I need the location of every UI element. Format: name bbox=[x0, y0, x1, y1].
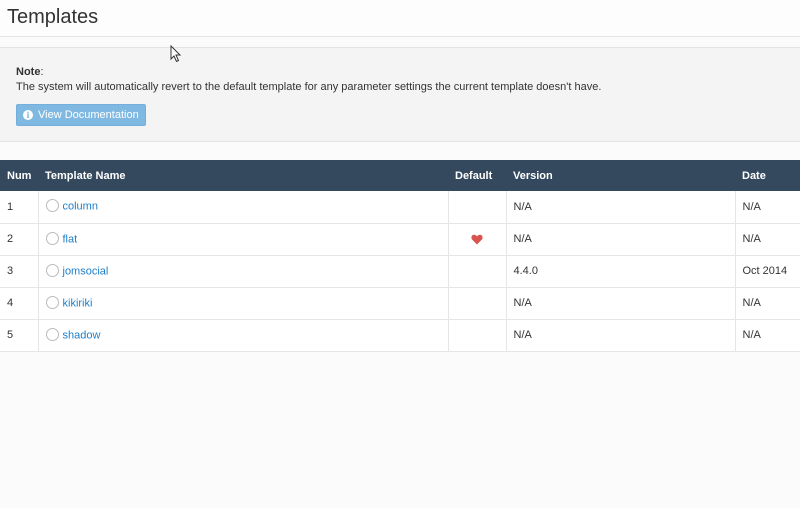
row-default-cell bbox=[448, 191, 507, 224]
row-version: N/A bbox=[506, 223, 736, 256]
row-version: 4.4.0 bbox=[506, 255, 736, 288]
row-version: N/A bbox=[506, 287, 736, 320]
column-header-version: Version bbox=[506, 160, 735, 191]
template-name-link[interactable]: kikiriki bbox=[63, 297, 93, 309]
row-default-cell bbox=[448, 319, 507, 352]
template-name-link[interactable]: column bbox=[63, 201, 98, 213]
row-num: 5 bbox=[0, 319, 39, 352]
row-version: N/A bbox=[506, 319, 736, 352]
column-header-name: Template Name bbox=[38, 160, 448, 191]
row-num: 4 bbox=[0, 287, 39, 320]
row-date: N/A bbox=[735, 223, 800, 256]
row-default-cell bbox=[448, 287, 507, 320]
row-version: N/A bbox=[506, 191, 736, 224]
note-label-line: Note: bbox=[16, 66, 44, 78]
row-date: N/A bbox=[735, 287, 800, 320]
row-num: 3 bbox=[0, 255, 39, 288]
template-name-link[interactable]: shadow bbox=[63, 329, 101, 341]
row-default-cell bbox=[448, 255, 507, 288]
templates-table: Num Template Name Default Version Date 1… bbox=[0, 160, 800, 352]
page-header: Templates bbox=[0, 0, 800, 37]
heart-icon bbox=[471, 234, 483, 245]
table-row: 1 column N/A N/A bbox=[0, 191, 800, 224]
mouse-cursor-icon bbox=[170, 45, 182, 63]
view-documentation-button[interactable]: i View Documentation bbox=[16, 104, 146, 126]
template-name-link[interactable]: jomsocial bbox=[63, 265, 109, 277]
row-num: 2 bbox=[0, 223, 39, 256]
row-date: N/A bbox=[735, 319, 800, 352]
row-default-cell bbox=[448, 223, 507, 256]
view-documentation-label: View Documentation bbox=[38, 109, 139, 121]
note-label: Note bbox=[16, 66, 41, 78]
table-row: 3 jomsocial 4.4.0 Oct 2014 bbox=[0, 255, 800, 288]
row-num: 1 bbox=[0, 191, 39, 224]
column-header-default: Default bbox=[448, 160, 506, 191]
row-template-name-cell: column bbox=[38, 191, 449, 224]
table-row: 4 kikiriki N/A N/A bbox=[0, 287, 800, 320]
row-template-name-cell: flat bbox=[38, 223, 449, 256]
table-row: 5 shadow N/A N/A bbox=[0, 319, 800, 352]
row-template-name-cell: jomsocial bbox=[38, 255, 449, 288]
template-radio[interactable] bbox=[45, 231, 59, 245]
column-header-num: Num bbox=[0, 160, 38, 191]
row-template-name-cell: shadow bbox=[38, 319, 449, 352]
column-header-date: Date bbox=[735, 160, 800, 191]
row-date: N/A bbox=[735, 191, 800, 224]
templates-table-body: 1 column N/A N/A 2 flat N/A N/A 3 jomsocial 4.4.0 O… bbox=[0, 191, 800, 352]
note-text: The system will automatically revert to … bbox=[16, 81, 602, 93]
row-date: Oct 2014 bbox=[735, 255, 800, 288]
note-panel: Note: The system will automatically reve… bbox=[0, 47, 800, 142]
template-radio[interactable] bbox=[45, 295, 59, 309]
template-name-link[interactable]: flat bbox=[63, 233, 78, 245]
table-header-row: Num Template Name Default Version Date bbox=[0, 160, 800, 191]
template-radio[interactable] bbox=[45, 263, 59, 277]
row-template-name-cell: kikiriki bbox=[38, 287, 449, 320]
page-title: Templates bbox=[7, 6, 99, 28]
template-radio[interactable] bbox=[45, 327, 59, 341]
template-radio[interactable] bbox=[45, 199, 59, 213]
table-row: 2 flat N/A N/A bbox=[0, 223, 800, 256]
info-icon: i bbox=[23, 110, 33, 120]
